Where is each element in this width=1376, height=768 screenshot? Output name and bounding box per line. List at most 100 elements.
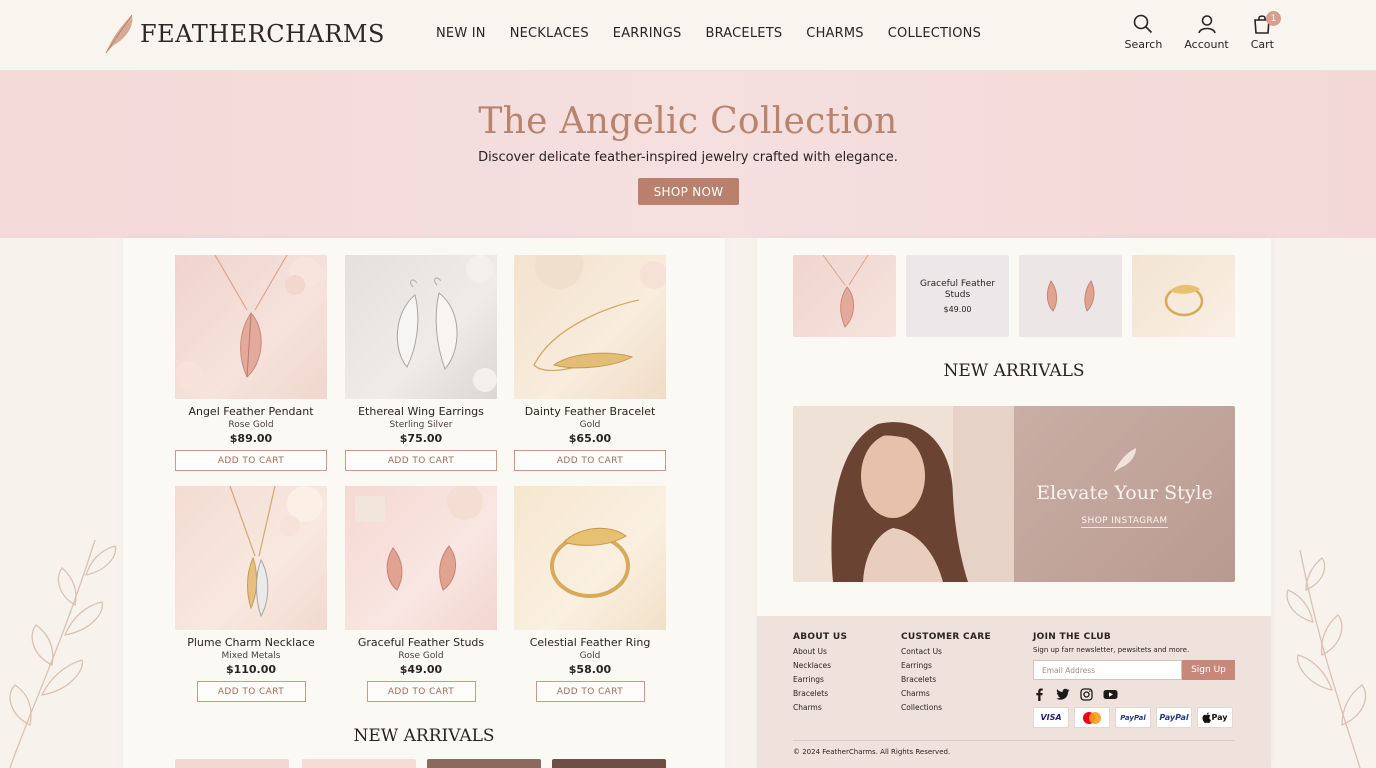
product-price: $49.00 bbox=[399, 663, 443, 676]
product-image[interactable] bbox=[175, 486, 327, 630]
apple-pay-icon: Pay bbox=[1197, 707, 1233, 728]
footer-link[interactable]: Earrings bbox=[901, 661, 991, 670]
newsletter-form: Sign Up bbox=[1033, 660, 1235, 680]
new-arrival-thumbnail[interactable] bbox=[552, 759, 666, 768]
footer-divider bbox=[793, 740, 1235, 741]
header-tools: Search Account 1 Cart bbox=[1124, 11, 1281, 51]
nav-item-new-in[interactable]: NEW IN bbox=[436, 26, 486, 41]
footer-link[interactable]: Earrings bbox=[793, 675, 847, 684]
add-to-cart-button[interactable]: ADD TO CART bbox=[514, 450, 666, 471]
email-field[interactable] bbox=[1033, 660, 1182, 680]
feather-icon bbox=[1114, 448, 1136, 472]
product-card[interactable]: Angel Feather Pendant Rose Gold $89.00 A… bbox=[175, 255, 327, 471]
footer-heading: JOIN THE CLUB bbox=[1033, 632, 1112, 642]
product-thumbnail[interactable] bbox=[1019, 255, 1122, 337]
mastercard-icon bbox=[1074, 707, 1110, 728]
add-to-cart-button[interactable]: ADD TO CART bbox=[535, 681, 645, 702]
product-price: $58.00 bbox=[568, 663, 612, 676]
new-arrival-thumbnail[interactable] bbox=[302, 759, 416, 768]
footer-link[interactable]: Bracelets bbox=[793, 689, 847, 698]
feather-icon bbox=[105, 14, 133, 54]
footer-link[interactable]: Bracelets bbox=[901, 675, 991, 684]
studs-thumbnail-image bbox=[1046, 280, 1095, 312]
product-price: $89.00 bbox=[229, 432, 273, 445]
product-thumbnail[interactable]: Graceful Feather Studs $49.00 bbox=[906, 255, 1009, 337]
copyright: © 2024 FeatherCharms. All Rights Reserve… bbox=[793, 748, 951, 756]
banner-title: Elevate Your Style bbox=[1036, 482, 1213, 504]
facebook-icon[interactable] bbox=[1033, 688, 1046, 701]
feather-bracelet-image bbox=[533, 255, 666, 372]
nav-item-collections[interactable]: COLLECTIONS bbox=[888, 26, 981, 41]
product-name: Angel Feather Pendant bbox=[188, 405, 314, 418]
product-variant: Rose Gold bbox=[398, 651, 444, 661]
account-button[interactable]: Account bbox=[1184, 14, 1229, 51]
nav-item-earrings[interactable]: EARRINGS bbox=[613, 26, 682, 41]
shop-instagram-link[interactable]: SHOP INSTAGRAM bbox=[1081, 516, 1168, 528]
paypal-icon: PayPal bbox=[1115, 707, 1151, 728]
right-panel: Graceful Feather Studs $49.00 NEW ARRIVA… bbox=[757, 238, 1271, 768]
banner-link-wrapper: SHOP INSTAGRAM bbox=[1014, 516, 1235, 528]
product-card[interactable]: Ethereal Wing Earrings Sterling Silver $… bbox=[345, 255, 497, 471]
product-name: Celestial Feather Ring bbox=[529, 636, 651, 649]
sign-up-button[interactable]: Sign Up bbox=[1182, 660, 1235, 680]
brand-name: FEATHERCHARMS bbox=[140, 20, 385, 48]
footer-link[interactable]: Necklaces bbox=[793, 661, 847, 670]
new-arrivals-heading: NEW ARRIVALS bbox=[943, 361, 1085, 381]
product-image[interactable] bbox=[345, 486, 497, 630]
logo[interactable]: FEATHERCHARMS bbox=[102, 13, 385, 55]
pendant-necklace-image bbox=[175, 255, 321, 389]
footer-heading: CUSTOMER CARE bbox=[901, 632, 991, 642]
search-icon bbox=[1134, 14, 1153, 34]
product-card[interactable]: Celestial Feather Ring Gold $58.00 ADD T… bbox=[514, 486, 666, 702]
instagram-icon[interactable] bbox=[1080, 688, 1093, 701]
add-to-cart-button[interactable]: ADD TO CART bbox=[175, 450, 327, 471]
cart-button[interactable]: 1 Cart bbox=[1251, 11, 1281, 51]
footer-link[interactable]: Contact Us bbox=[901, 647, 991, 656]
product-image[interactable] bbox=[514, 486, 666, 630]
youtube-icon[interactable] bbox=[1103, 688, 1118, 701]
new-arrival-thumbnail[interactable] bbox=[427, 759, 541, 768]
product-grid-panel: Angel Feather Pendant Rose Gold $89.00 A… bbox=[123, 238, 725, 768]
ring-thumbnail-image bbox=[1164, 284, 1204, 317]
footer-link[interactable]: Collections bbox=[901, 703, 991, 712]
search-label: Search bbox=[1124, 38, 1163, 51]
shop-now-button[interactable]: SHOP NOW bbox=[638, 178, 739, 205]
account-icon bbox=[1197, 15, 1216, 34]
payment-methods: VISA PayPal PayPal Pay bbox=[1033, 707, 1235, 728]
product-thumbnail[interactable] bbox=[1132, 255, 1235, 337]
product-name: Ethereal Wing Earrings bbox=[358, 405, 484, 418]
product-card[interactable]: Graceful Feather Studs Rose Gold $49.00 … bbox=[345, 486, 497, 702]
twitter-icon[interactable] bbox=[1056, 688, 1070, 701]
product-image[interactable] bbox=[175, 255, 327, 399]
site-footer: ABOUT US About Us Necklaces Earrings Bra… bbox=[757, 616, 1271, 768]
feather-ring-image bbox=[550, 527, 630, 598]
footer-link[interactable]: About Us bbox=[793, 647, 847, 656]
add-to-cart-button[interactable]: ADD TO CART bbox=[196, 681, 306, 702]
thumbnail-price: $49.00 bbox=[943, 304, 972, 314]
product-image[interactable] bbox=[514, 255, 666, 399]
feather-studs-image bbox=[355, 486, 483, 591]
paypal-icon: PayPal bbox=[1156, 707, 1192, 728]
product-variant: Gold bbox=[579, 420, 601, 430]
hero-banner: The Angelic Collection Discover delicate… bbox=[0, 71, 1376, 238]
product-variant: Gold bbox=[579, 651, 601, 661]
product-card[interactable]: Dainty Feather Bracelet Gold $65.00 ADD … bbox=[514, 255, 666, 471]
new-arrival-thumbnail[interactable] bbox=[175, 759, 289, 768]
footer-link[interactable]: Charms bbox=[901, 689, 991, 698]
product-image[interactable] bbox=[345, 255, 497, 399]
nav-item-bracelets[interactable]: BRACELETS bbox=[705, 26, 782, 41]
add-to-cart-button[interactable]: ADD TO CART bbox=[345, 450, 497, 471]
nav-item-charms[interactable]: CHARMS bbox=[806, 26, 863, 41]
add-to-cart-button[interactable]: ADD TO CART bbox=[366, 681, 476, 702]
wing-earrings-image bbox=[396, 255, 497, 392]
hero-title: The Angelic Collection bbox=[478, 101, 898, 142]
product-thumbnail[interactable] bbox=[793, 255, 896, 337]
product-card[interactable]: Plume Charm Necklace Mixed Metals $110.0… bbox=[175, 486, 327, 702]
footer-link[interactable]: Charms bbox=[793, 703, 847, 712]
search-button[interactable]: Search bbox=[1124, 14, 1163, 51]
product-name: Plume Charm Necklace bbox=[187, 636, 315, 649]
account-label: Account bbox=[1184, 38, 1229, 51]
pendant-thumbnail-image bbox=[822, 255, 869, 328]
nav-item-necklaces[interactable]: NECKLACES bbox=[510, 26, 589, 41]
instagram-banner: Elevate Your Style SHOP INSTAGRAM bbox=[793, 406, 1235, 582]
